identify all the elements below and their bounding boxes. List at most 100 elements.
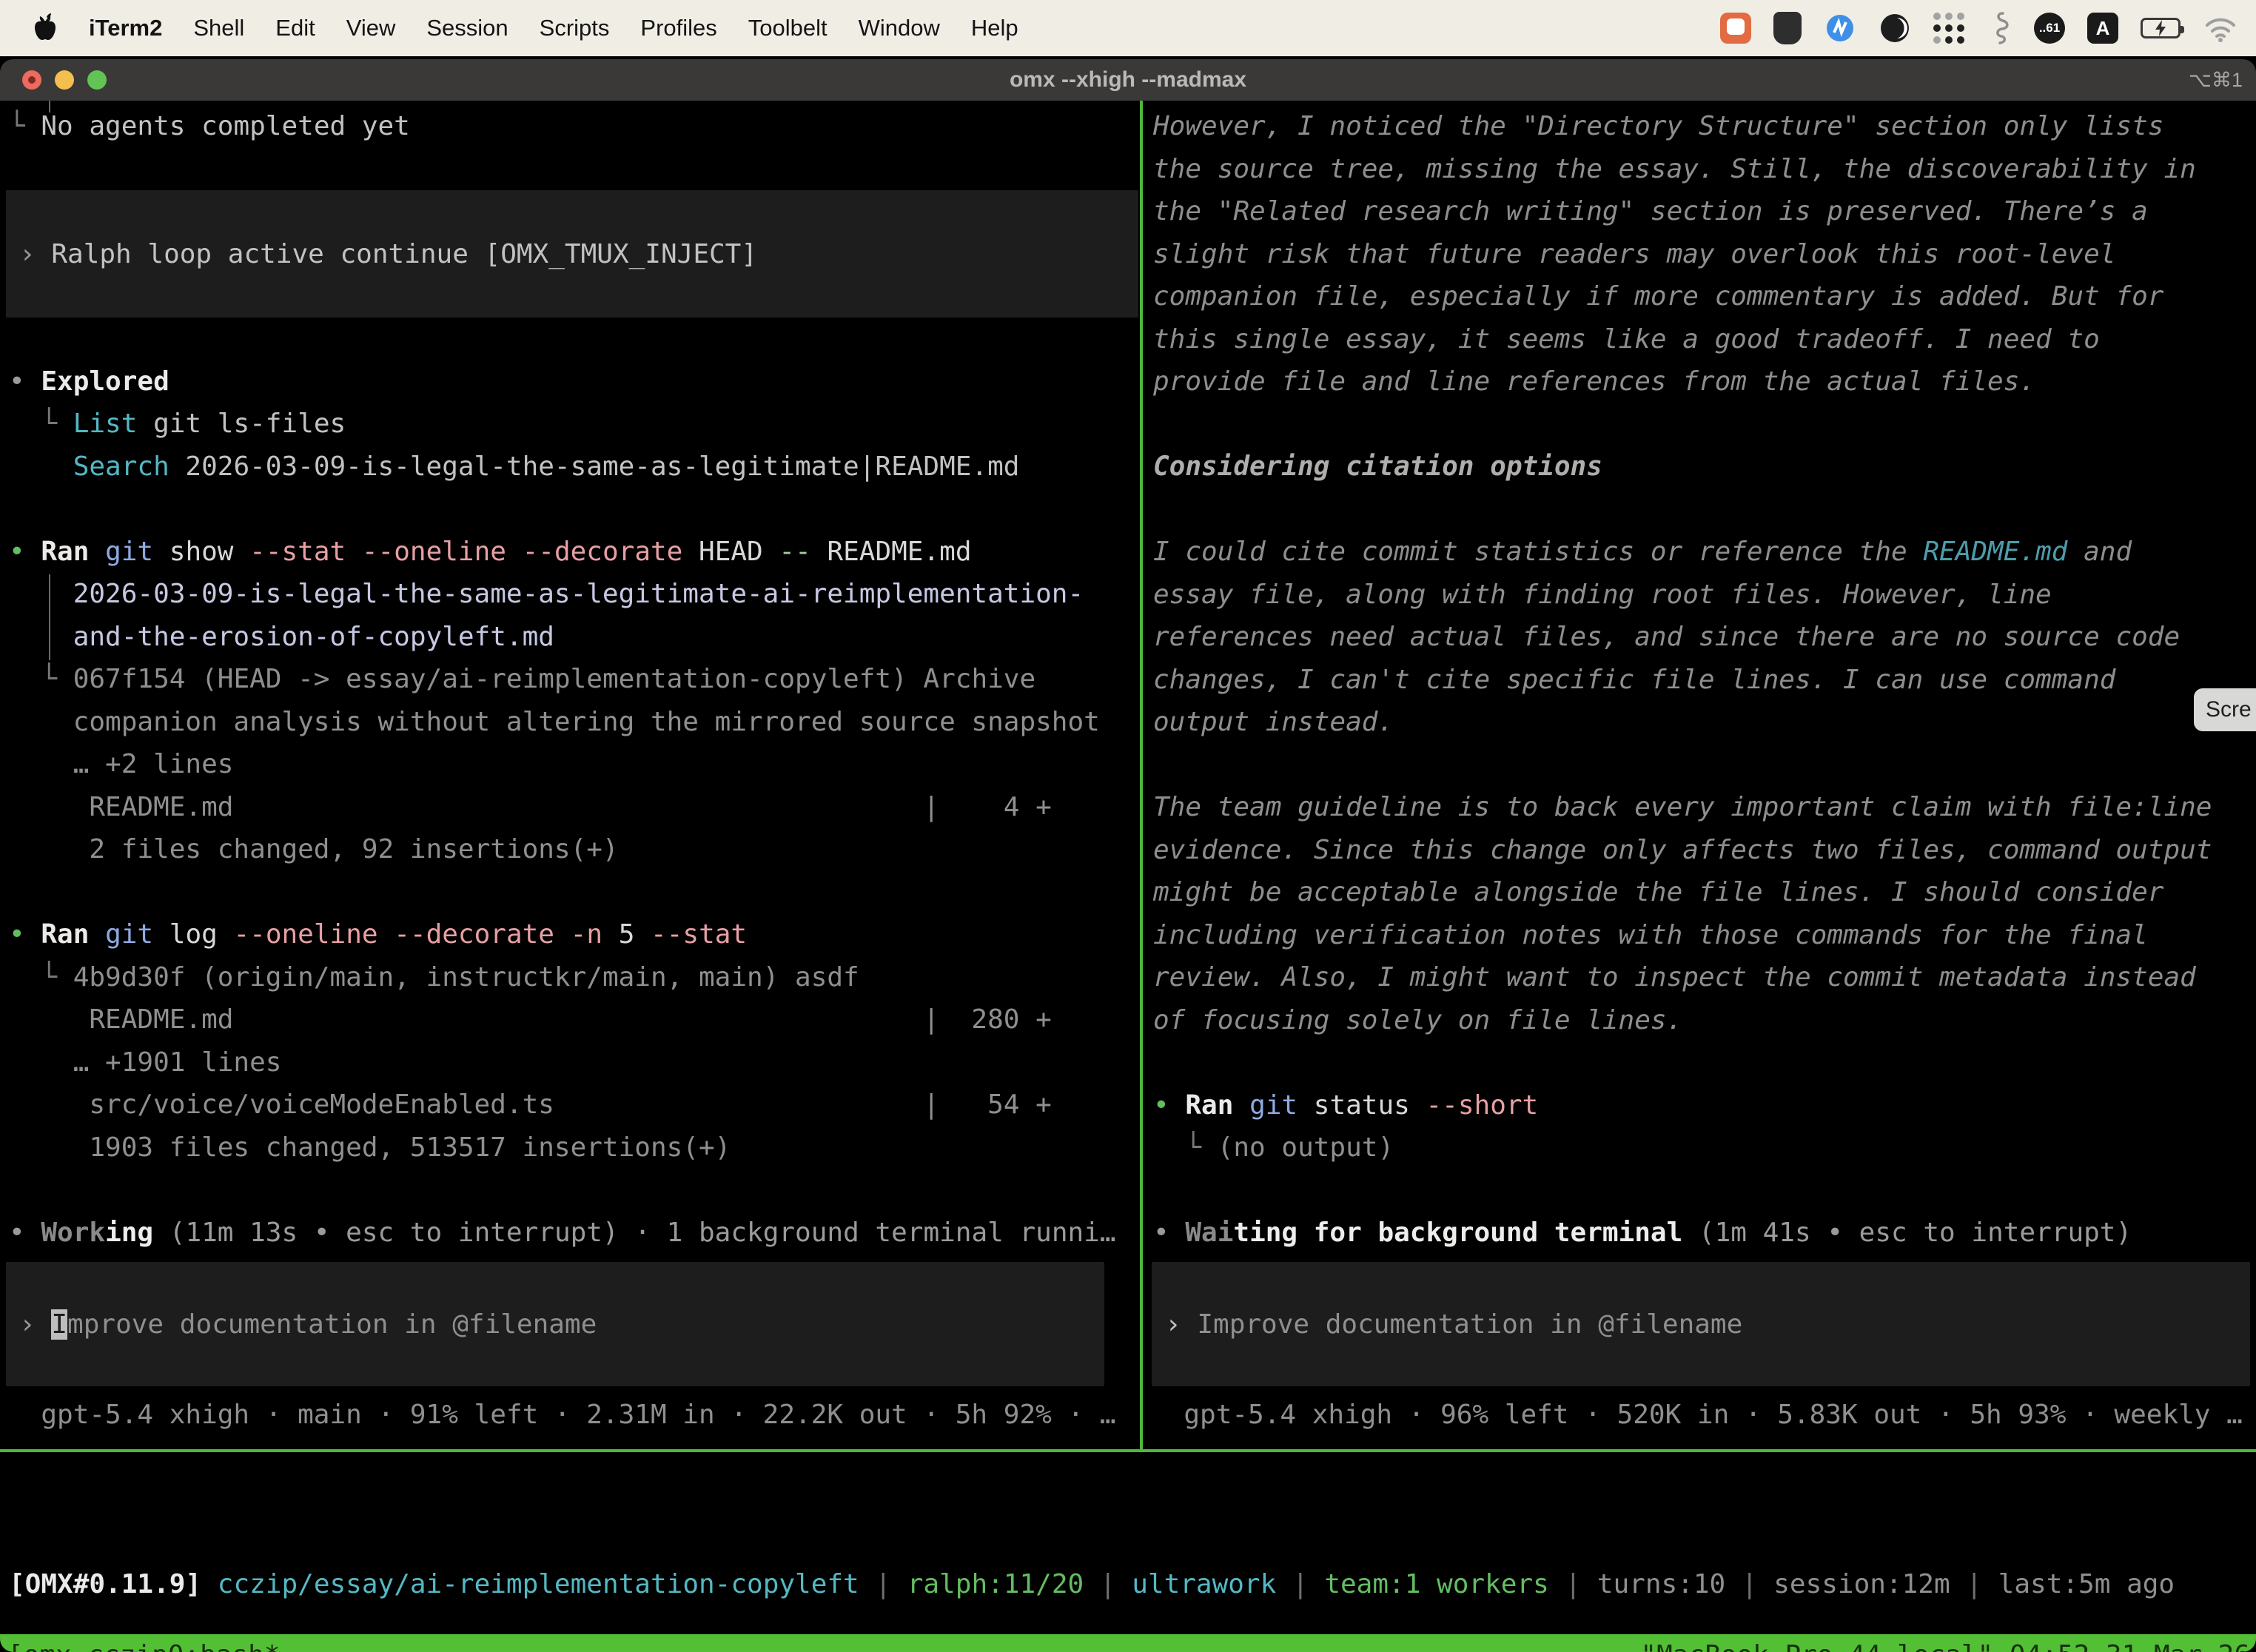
terminal-line: the source tree, missing the essay. Stil… xyxy=(1153,148,2256,191)
terminal-line: companion analysis without altering the … xyxy=(9,701,1140,744)
terminal-line: Considering citation options xyxy=(1153,446,2256,488)
terminal-line: companion file, especially if more comme… xyxy=(1153,275,2256,318)
menu-items: iTerm2 Shell Edit View Session Scripts P… xyxy=(89,15,1018,41)
tree-connector xyxy=(49,574,50,660)
omx-status-line: [OMX#0.11.9] cczip/essay/ai-reimplementa… xyxy=(9,1553,2247,1616)
apple-menu-icon[interactable] xyxy=(31,12,61,44)
tmux-status-bar[interactable]: [omx-cczip0:bash* "MacBook-Pro-44.local"… xyxy=(0,1634,2256,1652)
terminal-line: this single essay, it seems like a good … xyxy=(1153,318,2256,361)
terminal-line: evidence. Since this change only affects… xyxy=(1153,829,2256,872)
tmux-inject-message-box: › Ralph loop active continue [OMX_TMUX_I… xyxy=(6,190,1138,318)
terminal-line: references need actual files, and since … xyxy=(1153,616,2256,659)
terminal-line: └ No agents completed yet xyxy=(9,105,1140,148)
terminal-line: of focusing solely on file lines. xyxy=(1153,999,2256,1042)
screen-share-overlay-chip[interactable]: Scre xyxy=(2194,688,2256,731)
terminal-line: review. Also, I might want to inspect th… xyxy=(1153,956,2256,999)
menu-item-edit[interactable]: Edit xyxy=(275,15,315,41)
terminal-line: 2 files changed, 92 insertions(+) xyxy=(9,828,1140,871)
terminal-line xyxy=(9,318,1140,360)
terminal-line: slight risk that future readers may over… xyxy=(1153,233,2256,276)
terminal-line xyxy=(1153,1169,2256,1212)
iterm2-window: omx --xhigh --madmax ⌥⌘1 └ No agents com… xyxy=(0,59,2256,1652)
battery-percent-badge-icon[interactable]: ..61 xyxy=(2034,13,2065,44)
tree-connector xyxy=(49,101,50,113)
terminal-line: essay file, along with finding root file… xyxy=(1153,574,2256,617)
terminal-line xyxy=(9,148,1140,191)
terminal-line: 1903 files changed, 513517 insertions(+) xyxy=(9,1126,1140,1169)
tmux-hostname-clock: "MacBook-Pro-44.local" 04:52 31-Mar-26 xyxy=(1640,1634,2250,1652)
terminal-line: • Waiting for background terminal (1m 41… xyxy=(1153,1212,2256,1255)
left-pane-top-lines: └ No agents completed yet xyxy=(9,105,1140,190)
window-shortcut-badge: ⌥⌘1 xyxy=(2189,59,2243,101)
prompt-caret: › xyxy=(1165,1309,1197,1340)
terminal-line: • Ran git show --stat --oneline --decora… xyxy=(9,531,1140,574)
terminal-line: including verification notes with those … xyxy=(1153,914,2256,957)
tmux-pane-left[interactable]: └ No agents completed yet › Ralph loop a… xyxy=(0,101,1140,1449)
menu-item-session[interactable]: Session xyxy=(426,15,508,41)
tmux-pane-right[interactable]: However, I noticed the "Directory Struct… xyxy=(1143,101,2256,1449)
menu-item-toolbelt[interactable]: Toolbelt xyxy=(748,15,827,41)
prompt-placeholder: Improve documentation in @filename xyxy=(1197,1309,1742,1340)
agent-prompt-input-left[interactable]: › Improve documentation in @filename xyxy=(6,1262,1104,1386)
tmux-session-window-label[interactable]: [omx-cczip0:bash* xyxy=(7,1634,280,1652)
terminal-line: 2026-03-09-is-legal-the-same-as-legitima… xyxy=(9,573,1140,616)
screen-record-app-icon[interactable] xyxy=(1720,13,1751,44)
terminal-line: └ (no output) xyxy=(1153,1126,2256,1169)
input-source-icon[interactable]: A xyxy=(2087,13,2118,44)
blue-badge-icon[interactable] xyxy=(1824,12,1856,44)
battery-icon[interactable] xyxy=(2141,18,2181,38)
terminal-line: README.md | 280 + xyxy=(9,998,1140,1041)
terminal-line: … +1901 lines xyxy=(9,1041,1140,1084)
right-pane-lines: However, I noticed the "Directory Struct… xyxy=(1153,105,2256,1255)
terminal-line xyxy=(1153,488,2256,531)
terminal-line: The team guideline is to back every impo… xyxy=(1153,786,2256,829)
terminal-line: Search 2026-03-09-is-legal-the-same-as-l… xyxy=(9,446,1140,488)
terminal-line xyxy=(9,488,1140,531)
menu-item-shell[interactable]: Shell xyxy=(193,15,244,41)
wifi-icon[interactable] xyxy=(2203,13,2238,43)
terminal-line xyxy=(1153,403,2256,446)
window-title-bar[interactable]: omx --xhigh --madmax ⌥⌘1 xyxy=(0,59,2256,101)
macos-menu-bar: iTerm2 Shell Edit View Session Scripts P… xyxy=(0,0,2256,56)
terminal-line: might be acceptable alongside the file l… xyxy=(1153,871,2256,914)
terminal-line: … +2 lines xyxy=(9,743,1140,786)
tmux-horizontal-border xyxy=(0,1449,2256,1452)
dark-crescent-icon[interactable] xyxy=(1879,12,1911,44)
prompt-caret: › xyxy=(19,1309,51,1340)
terminal-line: • Ran git status --short xyxy=(1153,1084,2256,1127)
terminal-line xyxy=(9,1169,1140,1212)
terminal-line: changes, I can't cite specific file line… xyxy=(1153,659,2256,702)
terminal-line: README.md | 4 + xyxy=(9,786,1140,829)
menu-item-app[interactable]: iTerm2 xyxy=(89,15,162,41)
terminal-line: └ List git ls-files xyxy=(9,403,1140,446)
terminal-line xyxy=(1153,744,2256,787)
menu-item-profiles[interactable]: Profiles xyxy=(640,15,716,41)
menu-item-window[interactable]: Window xyxy=(859,15,940,41)
terminal-line: However, I noticed the "Directory Struct… xyxy=(1153,105,2256,148)
terminal-line: the "Related research writing" section i… xyxy=(1153,190,2256,233)
terminal-line: I could cite commit statistics or refere… xyxy=(1153,531,2256,574)
model-status-line-left: gpt-5.4 xhigh · main · 91% left · 2.31M … xyxy=(9,1394,1140,1436)
menu-item-view[interactable]: View xyxy=(346,15,396,41)
squiggle-icon[interactable] xyxy=(1987,10,2012,46)
terminal-line xyxy=(1153,1041,2256,1084)
agent-prompt-input-right[interactable]: › Improve documentation in @filename xyxy=(1152,1262,2250,1386)
menu-item-scripts[interactable]: Scripts xyxy=(540,15,610,41)
inject-caret: › xyxy=(19,239,51,269)
terminal-line: └ 4b9d30f (origin/main, instructkr/main,… xyxy=(9,956,1140,999)
terminal-line: └ 067f154 (HEAD -> essay/ai-reimplementa… xyxy=(9,658,1140,701)
shield-grid-icon[interactable] xyxy=(1773,12,1802,44)
terminal-line: • Working (11m 13s • esc to interrupt) ·… xyxy=(9,1212,1140,1255)
inject-text: Ralph loop active continue [OMX_TMUX_INJ… xyxy=(51,239,757,269)
terminal-line xyxy=(9,871,1140,914)
menu-item-help[interactable]: Help xyxy=(971,15,1018,41)
left-pane-lines: • Explored └ List git ls-files Search 20… xyxy=(9,318,1140,1254)
model-status-line-right: gpt-5.4 xhigh · 96% left · 520K in · 5.8… xyxy=(1152,1394,2256,1436)
terminal-area: └ No agents completed yet › Ralph loop a… xyxy=(0,101,2256,1491)
menu-bar-status-icons: ..61 A xyxy=(1720,0,2238,56)
terminal-line: • Explored xyxy=(9,360,1140,403)
dots-grid-icon[interactable] xyxy=(1933,13,1964,44)
terminal-line: output instead. xyxy=(1153,701,2256,744)
terminal-line: and-the-erosion-of-copyleft.md xyxy=(9,616,1140,659)
prompt-placeholder: mprove documentation in @filename xyxy=(67,1309,597,1340)
